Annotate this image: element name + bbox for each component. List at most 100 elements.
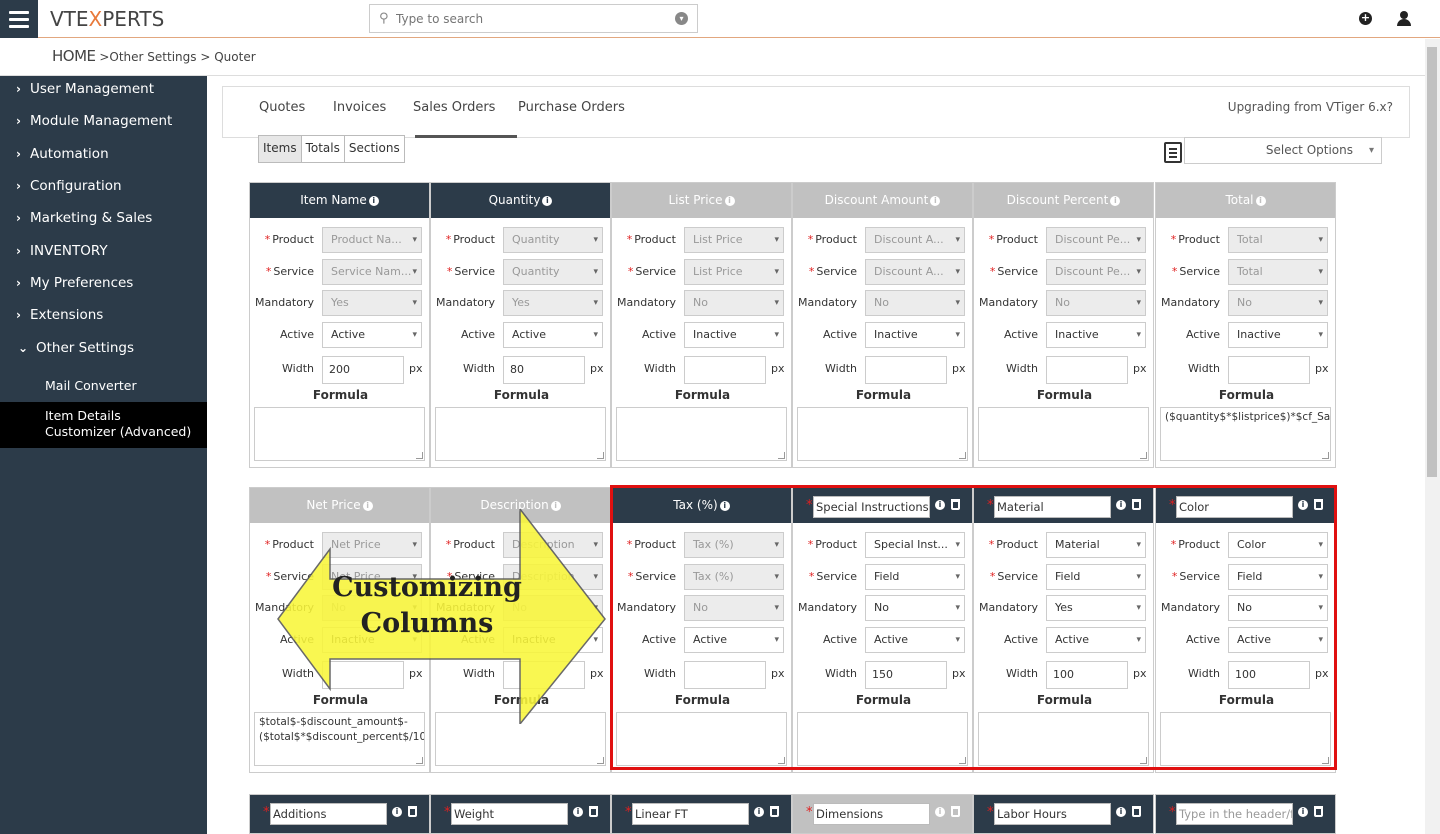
trash-icon[interactable]	[589, 806, 598, 817]
tab-invoices[interactable]: Invoices	[333, 100, 386, 115]
column-card-weight: * Weight i	[430, 794, 611, 834]
sidebar-item-module-management[interactable]: › Module Management	[16, 113, 172, 129]
product-select[interactable]: List Price	[684, 227, 784, 253]
subtab-sections[interactable]: Sections	[345, 136, 404, 162]
select-options-dropdown[interactable]: Select Options	[1184, 137, 1382, 164]
mandatory-select[interactable]: No	[1228, 290, 1328, 316]
tab-quotes[interactable]: Quotes	[259, 100, 305, 115]
info-icon[interactable]: i	[368, 196, 379, 206]
breadcrumb-home[interactable]: HOME	[52, 47, 96, 65]
column-header-input[interactable]: Labor Hours	[994, 803, 1111, 825]
trash-icon[interactable]	[1132, 806, 1141, 817]
tab-purchase-orders[interactable]: Purchase Orders	[518, 100, 625, 115]
field-label-text: Product	[453, 233, 495, 246]
formula-textarea[interactable]	[435, 407, 606, 461]
info-icon[interactable]: i	[1116, 807, 1126, 817]
mandatory-select[interactable]: Yes	[503, 290, 603, 316]
sidebar-subitem-item-details-customizer[interactable]: Item Details Customizer (Advanced)	[0, 402, 207, 448]
info-icon[interactable]: i	[542, 196, 553, 206]
active-select[interactable]: Inactive	[1046, 322, 1146, 348]
info-icon[interactable]: i	[754, 807, 764, 817]
sidebar-item-automation[interactable]: › Automation	[16, 146, 109, 162]
mandatory-select[interactable]: No	[865, 290, 965, 316]
breadcrumb-quoter[interactable]: Quoter	[214, 50, 255, 64]
product-select[interactable]: Product Na...	[322, 227, 422, 253]
info-icon[interactable]: i	[573, 807, 583, 817]
sidebar-item-inventory[interactable]: › INVENTORY	[16, 243, 108, 259]
scrollbar-thumb[interactable]	[1427, 47, 1437, 477]
info-icon[interactable]: i	[935, 807, 945, 817]
app-logo[interactable]: VTEXPERTS	[50, 7, 164, 31]
info-icon[interactable]: i	[1298, 807, 1308, 817]
sidebar-item-marketing-sales[interactable]: › Marketing & Sales	[16, 210, 152, 226]
column-header-input[interactable]: Type in the header/field	[1176, 803, 1293, 825]
active-select[interactable]: Active	[322, 322, 422, 348]
width-input[interactable]: 200	[322, 356, 404, 384]
field-row-mandatory: Mandatory No	[612, 290, 793, 316]
search-dropdown-icon[interactable]: ▾	[675, 12, 688, 25]
tab-sales-orders[interactable]: Sales Orders	[413, 100, 495, 115]
width-input[interactable]	[1046, 356, 1128, 384]
info-icon[interactable]: i	[930, 196, 941, 206]
service-select[interactable]: Quantity	[503, 259, 603, 285]
service-select[interactable]: Discount A...	[865, 259, 965, 285]
service-select[interactable]: List Price	[684, 259, 784, 285]
column-header-input[interactable]: Additions	[270, 803, 387, 825]
mandatory-select[interactable]: No	[684, 290, 784, 316]
subtab-items[interactable]: Items	[259, 136, 302, 162]
column-header-input[interactable]: Weight	[451, 803, 568, 825]
active-select[interactable]: Inactive	[684, 322, 784, 348]
search-box[interactable]: ⚲ ▾	[369, 4, 698, 33]
column-header-input[interactable]: Dimensions	[813, 803, 930, 825]
service-select[interactable]: Service Nam...	[322, 259, 422, 285]
field-label-product: * Product	[1171, 233, 1220, 246]
product-select[interactable]: Quantity	[503, 227, 603, 253]
formula-textarea[interactable]	[797, 407, 968, 461]
add-icon[interactable]: +	[1359, 12, 1372, 25]
sidebar-item-extensions[interactable]: › Extensions	[16, 307, 103, 323]
info-icon[interactable]: i	[1110, 196, 1121, 206]
width-input[interactable]	[865, 356, 947, 384]
active-select[interactable]: Active	[503, 322, 603, 348]
trash-icon[interactable]	[770, 806, 779, 817]
info-icon[interactable]: i	[724, 196, 735, 206]
user-icon[interactable]	[1397, 11, 1411, 27]
formula-textarea[interactable]	[616, 407, 787, 461]
document-icon[interactable]	[1164, 142, 1182, 163]
px-unit: px	[1315, 362, 1329, 375]
field-row-product: * Product Discount Pe...	[974, 227, 1155, 253]
active-select[interactable]: Inactive	[1228, 322, 1328, 348]
formula-textarea[interactable]	[254, 407, 425, 461]
search-input[interactable]	[396, 10, 666, 28]
mandatory-select[interactable]: No	[1046, 290, 1146, 316]
width-input[interactable]: 80	[503, 356, 585, 384]
trash-icon[interactable]	[951, 806, 960, 817]
column-header-input[interactable]: Linear FT	[632, 803, 749, 825]
sidebar-item-my-preferences[interactable]: › My Preferences	[16, 275, 133, 291]
info-icon[interactable]: i	[392, 807, 402, 817]
column-header: * Linear FT i	[612, 795, 791, 833]
info-icon[interactable]: i	[1255, 196, 1266, 206]
product-select[interactable]: Total	[1228, 227, 1328, 253]
sidebar-subitem-mail-converter[interactable]: Mail Converter	[45, 378, 137, 393]
width-input[interactable]	[1228, 356, 1310, 384]
service-select[interactable]: Discount Pe...	[1046, 259, 1146, 285]
width-input[interactable]	[684, 356, 766, 384]
subtab-totals[interactable]: Totals	[302, 136, 345, 162]
mandatory-select[interactable]: Yes	[322, 290, 422, 316]
page-scrollbar[interactable]	[1425, 39, 1440, 834]
breadcrumb-other-settings[interactable]: Other Settings	[109, 50, 196, 64]
trash-icon[interactable]	[408, 806, 417, 817]
menu-icon[interactable]	[0, 0, 38, 38]
service-select[interactable]: Total	[1228, 259, 1328, 285]
sidebar-item-other-settings[interactable]: ⌄ Other Settings	[18, 340, 134, 356]
product-select[interactable]: Discount Pe...	[1046, 227, 1146, 253]
trash-icon[interactable]	[1314, 806, 1323, 817]
upgrade-link[interactable]: Upgrading from VTiger 6.x?	[1228, 100, 1393, 114]
formula-textarea[interactable]: ($quantity$*$listprice$)*$cf_SalesOrder_…	[1160, 407, 1331, 461]
product-select[interactable]: Discount A...	[865, 227, 965, 253]
formula-textarea[interactable]	[978, 407, 1149, 461]
active-select[interactable]: Inactive	[865, 322, 965, 348]
sidebar-item-user-management[interactable]: › User Management	[16, 81, 154, 97]
sidebar-item-configuration[interactable]: › Configuration	[16, 178, 122, 194]
